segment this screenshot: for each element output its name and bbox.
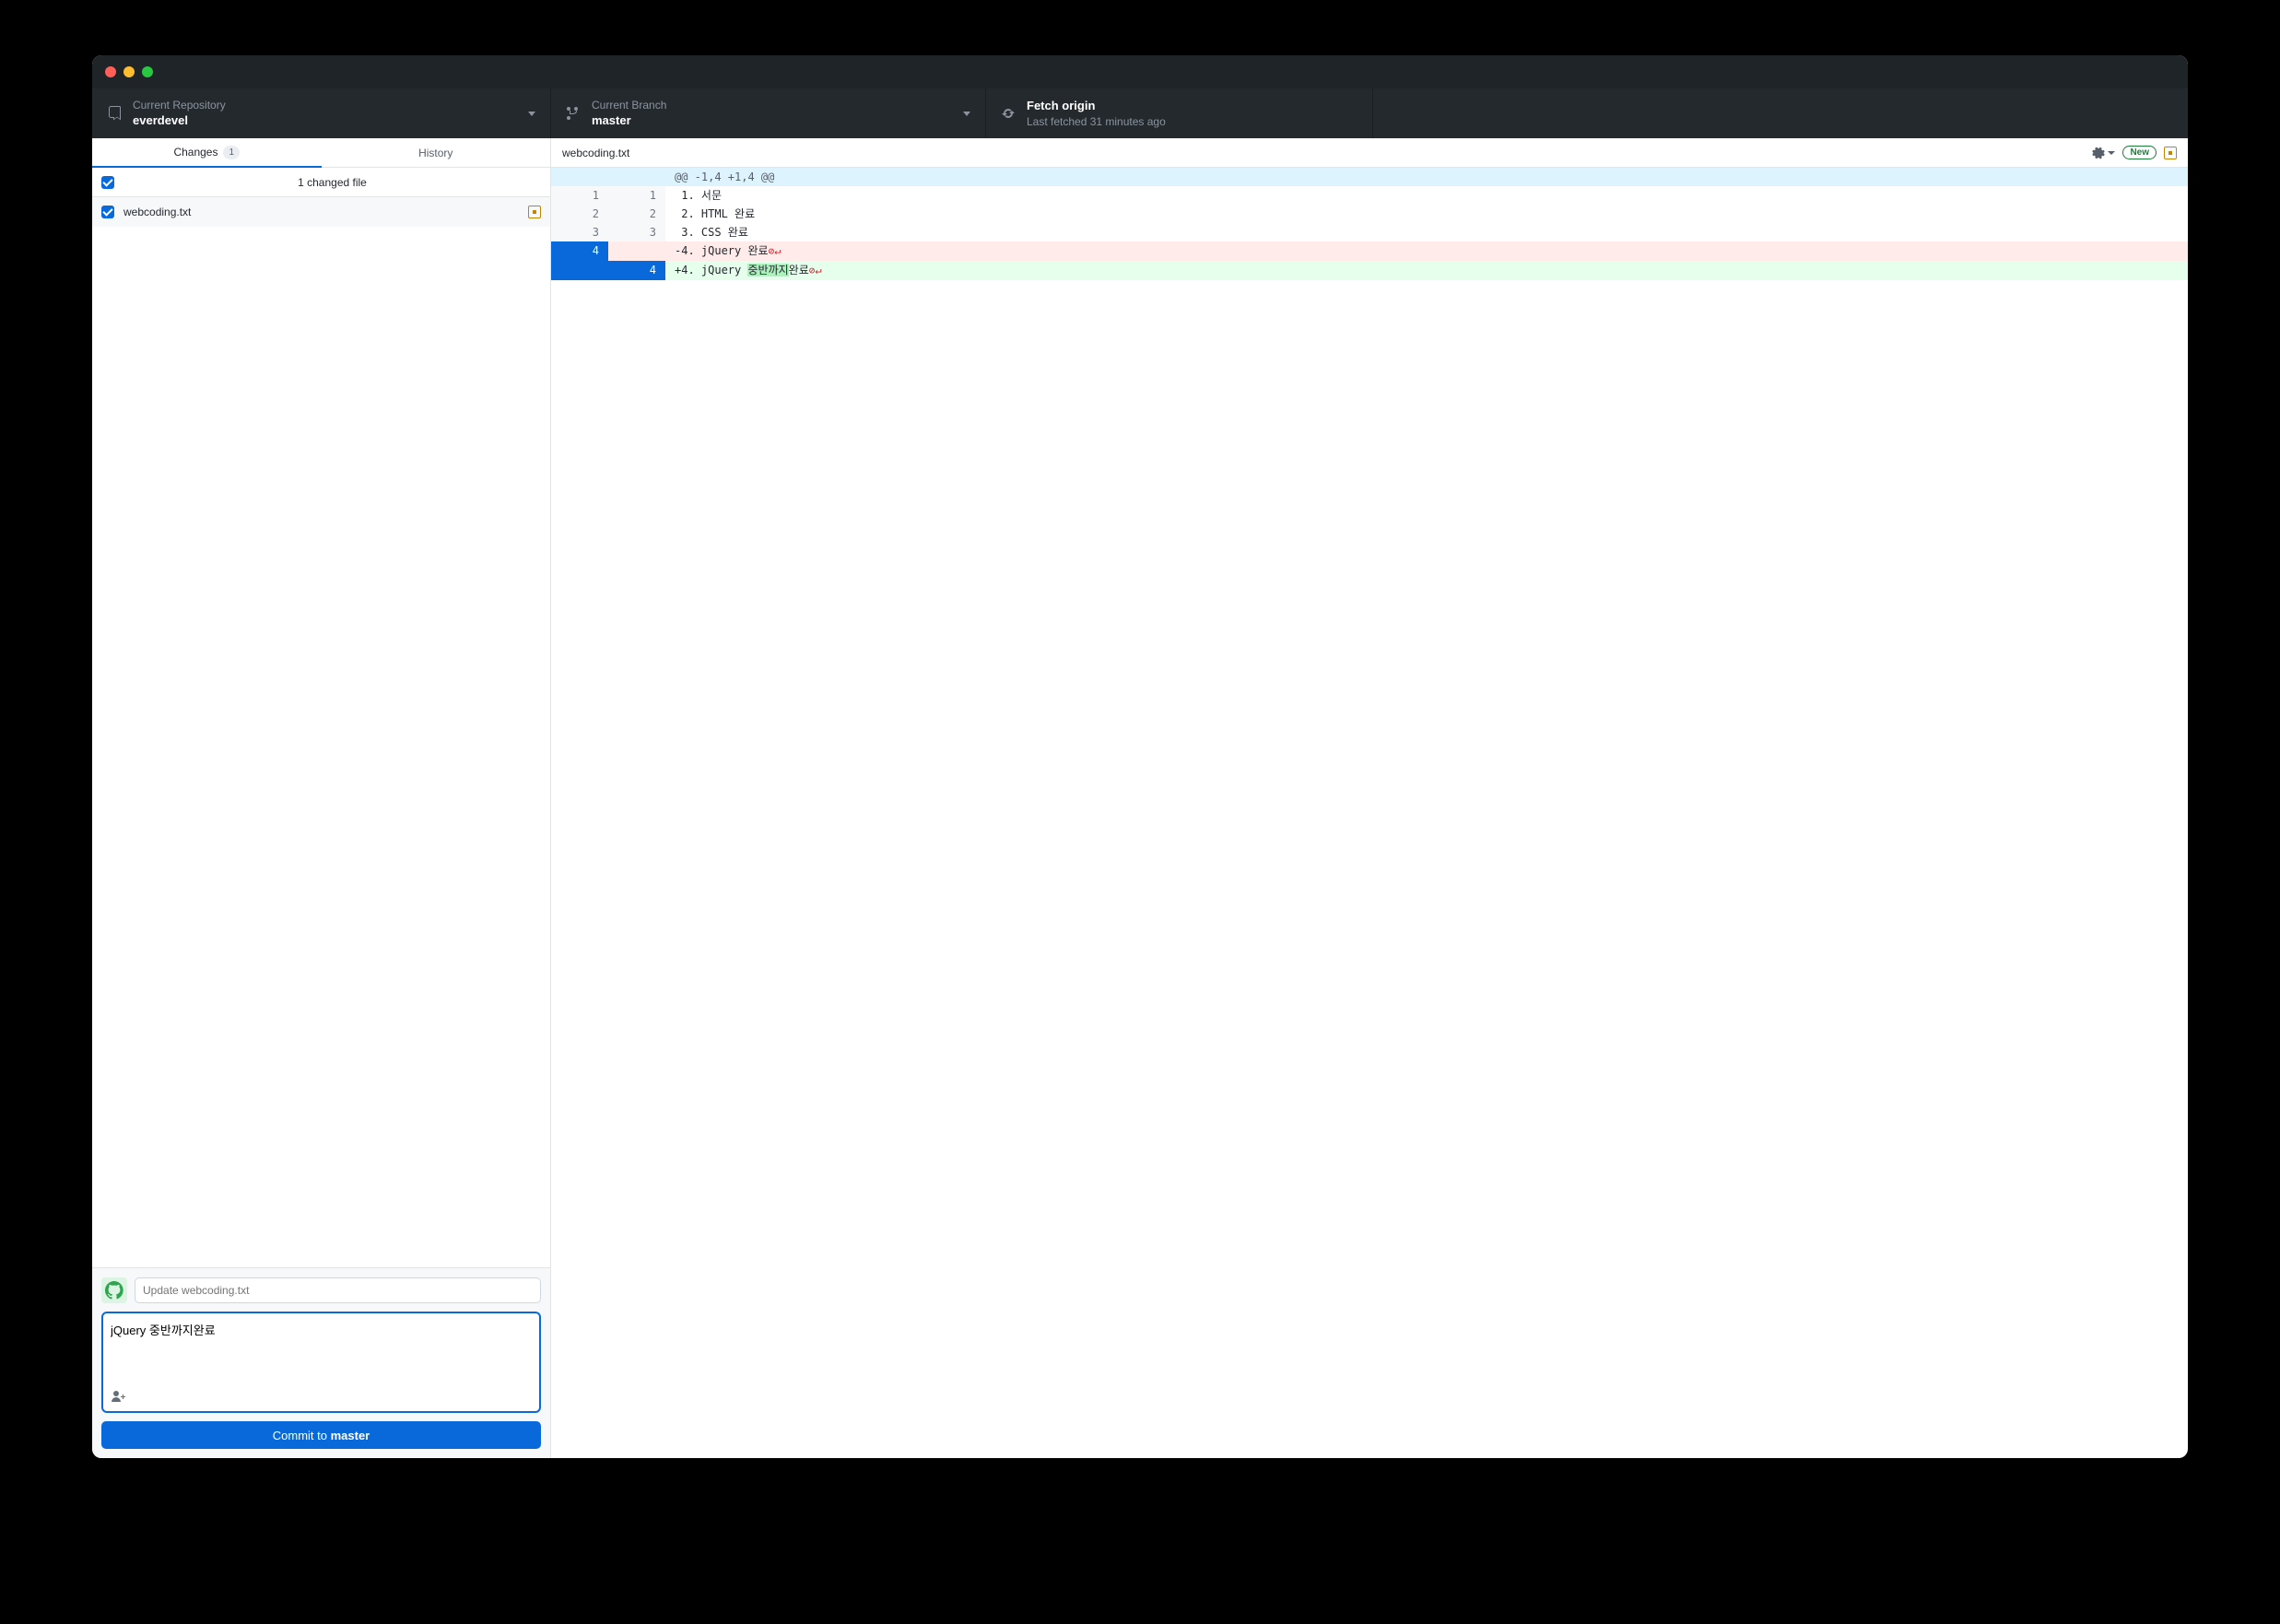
diff-view: @@ -1,4 +1,4 @@ 1 1 1. 서문 2 2 2. HTML 완료… bbox=[551, 168, 2188, 280]
tab-changes[interactable]: Changes 1 bbox=[92, 138, 322, 168]
sidebar: Changes 1 History 1 changed file webcodi… bbox=[92, 138, 551, 1458]
diff-line[interactable]: 3 3 3. CSS 완료 bbox=[551, 223, 2188, 241]
diff-line[interactable]: 1 1 1. 서문 bbox=[551, 186, 2188, 205]
commit-description-input[interactable] bbox=[111, 1321, 532, 1389]
commit-summary-input[interactable] bbox=[135, 1277, 541, 1303]
select-all-checkbox[interactable] bbox=[101, 176, 114, 189]
maximize-window-button[interactable] bbox=[142, 66, 153, 77]
diff-line-added[interactable]: 4 +4. jQuery 중반까지완료⊘↵ bbox=[551, 261, 2188, 280]
repository-selector[interactable]: Current Repository everdevel bbox=[92, 88, 551, 138]
tab-history[interactable]: History bbox=[322, 138, 551, 168]
add-coauthor-icon[interactable] bbox=[111, 1389, 125, 1404]
diff-header: webcoding.txt New bbox=[551, 138, 2188, 168]
minimize-window-button[interactable] bbox=[123, 66, 135, 77]
body: Changes 1 History 1 changed file webcodi… bbox=[92, 138, 2188, 1458]
branch-selector[interactable]: Current Branch master bbox=[551, 88, 986, 138]
window-controls bbox=[105, 66, 153, 77]
file-checkbox[interactable] bbox=[101, 206, 114, 218]
app-window: Current Repository everdevel Current Bra… bbox=[92, 55, 2188, 1458]
fetch-label: Fetch origin bbox=[1027, 98, 1166, 114]
title-bar bbox=[92, 55, 2188, 88]
hunk-text: @@ -1,4 +1,4 @@ bbox=[665, 168, 2188, 186]
fetch-status: Last fetched 31 minutes ago bbox=[1027, 114, 1166, 129]
fetch-button[interactable]: Fetch origin Last fetched 31 minutes ago bbox=[986, 88, 1373, 138]
diff-line[interactable]: 2 2 2. HTML 완료 bbox=[551, 205, 2188, 223]
chevron-down-icon bbox=[528, 112, 535, 116]
main-panel: webcoding.txt New @@ -1,4 +1,4 @@ 1 1 1.… bbox=[551, 138, 2188, 1458]
tab-changes-label: Changes bbox=[173, 146, 217, 159]
diff-filename: webcoding.txt bbox=[562, 147, 2084, 159]
commit-description-box[interactable] bbox=[101, 1312, 541, 1413]
commit-button[interactable]: Commit to master bbox=[101, 1421, 541, 1449]
file-name: webcoding.txt bbox=[123, 206, 519, 218]
new-badge: New bbox=[2122, 146, 2157, 159]
gear-icon bbox=[2091, 146, 2106, 160]
repo-label: Current Repository bbox=[133, 98, 226, 112]
changes-count-badge: 1 bbox=[223, 146, 240, 159]
modified-badge-icon bbox=[2164, 147, 2177, 159]
chevron-down-icon bbox=[963, 112, 970, 116]
sync-icon bbox=[1001, 106, 1016, 121]
changed-files-label: 1 changed file bbox=[123, 176, 541, 189]
file-row[interactable]: webcoding.txt bbox=[92, 197, 550, 227]
branch-icon bbox=[566, 106, 581, 121]
sidebar-tabs: Changes 1 History bbox=[92, 138, 550, 168]
toolbar: Current Repository everdevel Current Bra… bbox=[92, 88, 2188, 138]
close-window-button[interactable] bbox=[105, 66, 116, 77]
avatar bbox=[101, 1277, 127, 1303]
changed-files-header: 1 changed file bbox=[92, 168, 550, 197]
return-icon: ↵ bbox=[815, 264, 821, 277]
github-icon bbox=[105, 1281, 123, 1300]
repo-value: everdevel bbox=[133, 112, 226, 129]
branch-label: Current Branch bbox=[592, 98, 666, 112]
chevron-down-icon bbox=[2108, 149, 2115, 157]
commit-button-branch: master bbox=[331, 1429, 370, 1442]
tab-history-label: History bbox=[418, 147, 452, 159]
commit-form: Commit to master bbox=[92, 1267, 550, 1458]
diff-settings-button[interactable] bbox=[2091, 146, 2115, 160]
return-icon: ↵ bbox=[774, 244, 781, 257]
branch-value: master bbox=[592, 112, 666, 129]
repo-icon bbox=[107, 106, 122, 121]
diff-line-deleted[interactable]: 4 -4. jQuery 완료⊘↵ bbox=[551, 241, 2188, 261]
modified-badge-icon bbox=[528, 206, 541, 218]
commit-button-prefix: Commit to bbox=[273, 1429, 331, 1442]
diff-hunk-header: @@ -1,4 +1,4 @@ bbox=[551, 168, 2188, 186]
